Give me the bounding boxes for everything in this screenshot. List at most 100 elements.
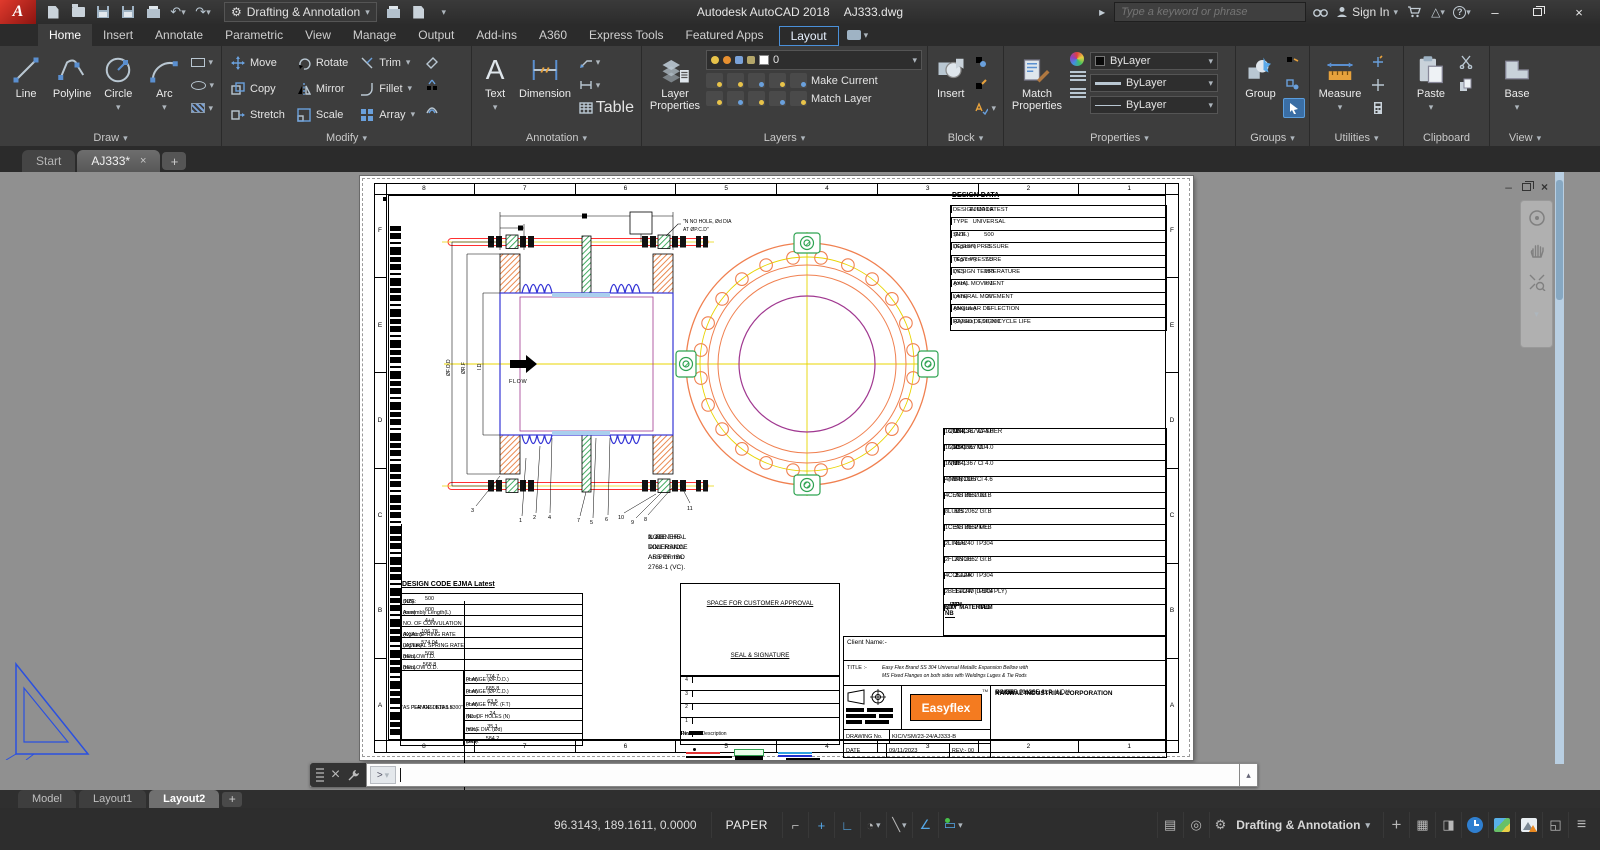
rotate-button[interactable]: Rotate [292,50,353,75]
layer-freeze-button[interactable] [748,73,765,88]
minimize-button[interactable]: – [1474,0,1516,24]
arc-button[interactable]: Arc ▾ [142,50,186,128]
app-store-cart-icon[interactable] [1402,2,1426,22]
tab-express-tools[interactable]: Express Tools [578,24,674,46]
color-dropdown[interactable]: ByLayer ▾ [1090,52,1218,70]
panel-label-view[interactable]: View▾ [1490,130,1560,146]
layer-lock-button[interactable] [769,73,786,88]
ellipse-tool-button[interactable]: ▾ [188,75,217,95]
base-button[interactable]: Base ▾ [1494,50,1540,128]
polar-tracking-toggle[interactable]: ◔▾ [860,812,886,838]
drawing-minimize-button[interactable]: – [1505,180,1512,194]
paper-space-toggle[interactable]: PAPER [711,812,782,838]
tab-a360[interactable]: A360 [528,24,578,46]
text-button[interactable]: A Text ▾ [476,50,514,128]
cut-button[interactable] [1456,52,1476,72]
layer-on-bulb-icon[interactable] [711,56,719,64]
open-file-button[interactable] [67,2,89,22]
match-properties-button[interactable]: Match Properties [1008,50,1066,128]
match-layer-button[interactable]: Match Layer [811,93,872,105]
move-button[interactable]: Move [226,50,290,75]
panel-label-clipboard[interactable]: Clipboard [1404,130,1489,146]
linetype-list-icon[interactable] [1070,88,1086,100]
rectangle-tool-button[interactable]: ▾ [188,52,217,72]
trim-button[interactable]: Trim▾ [355,50,420,75]
annotation-monitor-button[interactable]: + [1383,812,1409,838]
sign-in-button[interactable]: Sign In ▾ [1332,5,1402,19]
lineweight-dropdown[interactable]: ByLayer ▾ [1090,74,1218,92]
polyline-button[interactable]: Polyline [50,50,94,128]
circle-button[interactable]: Circle ▾ [96,50,140,128]
hardware-acceleration-button[interactable] [1515,812,1542,838]
make-current-icon[interactable] [790,73,807,88]
customize-status-bar-button[interactable]: ≡ [1568,812,1594,838]
plot-button[interactable] [142,2,164,22]
tab-insert[interactable]: Insert [92,24,144,46]
paste-button[interactable]: Paste ▾ [1408,50,1454,128]
command-history-toggle[interactable]: ▴ [1240,763,1258,787]
line-button[interactable]: Line [4,50,48,128]
layer-translate-button[interactable] [408,2,430,22]
tab-annotate[interactable]: Annotate [144,24,214,46]
layer-isolate-button[interactable] [727,73,744,88]
drag-grip-icon[interactable] [316,768,324,782]
drawing-canvas[interactable]: 87654321 87654321 FEDCBA FEDCBA [0,172,1600,790]
tab-home[interactable]: Home [38,24,92,46]
ribbon-display-toggle[interactable]: ▾ [847,24,869,46]
measure-button[interactable]: Measure ▾ [1314,50,1366,128]
layer-on-button[interactable] [706,91,723,106]
drawing-restore-button[interactable] [1522,183,1531,191]
block-attributes-button[interactable]: ▾ [971,98,999,118]
layer-freeze-sun-icon[interactable] [723,56,731,64]
paper-sheet[interactable]: 87654321 87654321 FEDCBA FEDCBA [360,176,1193,760]
infer-constraints-toggle[interactable]: ⌐ [782,812,808,838]
panel-label-draw[interactable]: Draw▾ [0,130,221,146]
autocad-logo-icon[interactable]: A [0,0,36,24]
tab-layout1[interactable]: Layout1 [79,790,146,808]
new-layout-button[interactable]: + [222,792,242,807]
qat-customize-button[interactable]: ▾ [433,2,455,22]
panel-label-properties[interactable]: Properties▾ [1004,130,1235,146]
fillet-button[interactable]: Fillet▾ [355,76,420,101]
point-style-button[interactable] [1368,75,1388,95]
file-tab-start[interactable]: Start [22,150,75,172]
chevron-right-icon[interactable]: ▸ [1090,2,1114,22]
quick-calc-button[interactable] [1368,98,1388,118]
panel-label-annotation[interactable]: Annotation▾ [472,130,641,146]
tab-featured-apps[interactable]: Featured Apps [675,24,775,46]
insert-button[interactable]: Insert [932,50,969,128]
close-icon[interactable]: × [140,155,146,167]
group-edit-button[interactable] [1283,75,1305,95]
close-icon[interactable]: × [331,766,340,784]
linetype-dropdown[interactable]: ByLayer ▾ [1090,96,1218,114]
workspace-switch-button[interactable]: ⚙ Drafting & Annotation▾ [1209,812,1383,838]
search-input[interactable] [1115,3,1305,21]
restore-button[interactable] [1516,0,1558,24]
stretch-button[interactable]: Stretch [226,102,290,127]
copy-clip-button[interactable] [1456,75,1476,95]
scale-button[interactable]: Scale [292,102,353,127]
graphics-performance-button[interactable] [1461,812,1488,838]
undo-button[interactable]: ↶▾ [167,2,189,22]
layer-unisolate-button[interactable] [727,91,744,106]
ungroup-button[interactable] [1283,52,1305,72]
mirror-button[interactable]: Mirror [292,76,353,101]
tab-addins[interactable]: Add-ins [465,24,528,46]
panel-label-utilities[interactable]: Utilities▾ [1310,130,1403,146]
isolate-objects-button[interactable]: ◱ [1542,812,1568,838]
layer-off-button[interactable] [706,73,723,88]
close-button[interactable]: × [1558,0,1600,24]
panel-label-layers[interactable]: Layers▾ [642,130,927,146]
command-input-zone[interactable]: > ▾ [366,763,1240,787]
vertical-scrollbar[interactable] [1555,172,1564,764]
annotation-visibility-toggle[interactable]: ▤ [1157,812,1183,838]
offset-button[interactable] [422,98,442,118]
save-as-button[interactable] [117,2,139,22]
tab-output[interactable]: Output [407,24,465,46]
wrench-icon[interactable] [347,769,360,782]
quick-properties-toggle[interactable]: ◨ [1435,812,1461,838]
hatch-tool-button[interactable]: ▾ [188,98,217,118]
explode-button[interactable] [422,75,442,95]
pan-hand-icon[interactable] [1526,239,1548,261]
tab-manage[interactable]: Manage [342,24,407,46]
